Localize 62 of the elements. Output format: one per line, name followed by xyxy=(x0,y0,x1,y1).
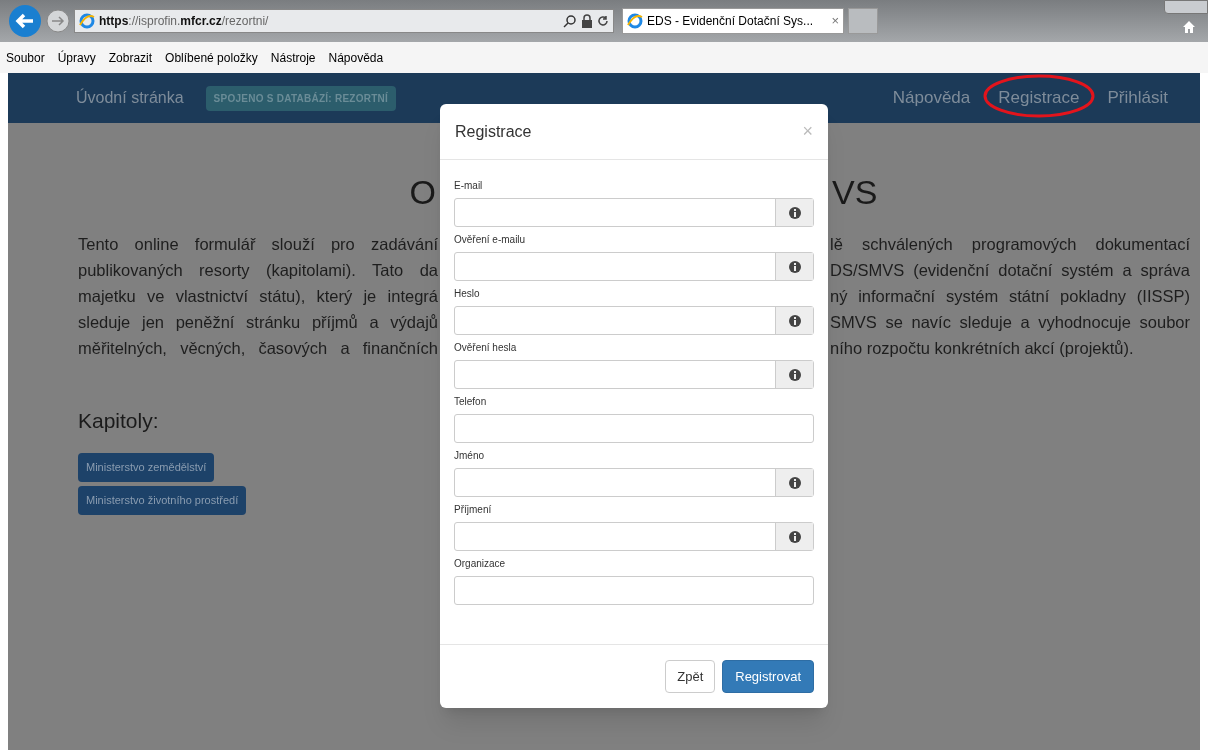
chapters-heading: Kapitoly: xyxy=(78,408,159,434)
search-icon[interactable] xyxy=(563,14,577,28)
connection-badge: SPOJENO S DATABÁZÍ: REZORTNÍ xyxy=(205,85,397,111)
paragraph-line: publikovaných resorty (kapitolami). Tato da xyxy=(78,260,439,281)
menu-item[interactable]: Oblíbené položky xyxy=(165,48,258,67)
lock-icon[interactable] xyxy=(581,14,593,28)
field-label: Příjmení xyxy=(454,503,493,517)
menu-item[interactable]: Zobrazit xyxy=(108,48,153,67)
address-bar[interactable]: https://isprofin.mfcr.cz/rezortni/ xyxy=(74,9,614,33)
tab-close-button[interactable]: × xyxy=(831,11,839,31)
input-field[interactable] xyxy=(454,306,814,335)
menu-item[interactable]: Nápověda xyxy=(328,48,384,67)
field-label: Organizace xyxy=(454,557,507,571)
register-button[interactable]: Registrovat xyxy=(722,660,814,693)
back-button[interactable] xyxy=(8,4,42,38)
url-text: https://isprofin.mfcr.cz/rezortni/ xyxy=(99,13,269,30)
chapter-button[interactable]: Ministerstvo životního prostředí xyxy=(78,485,247,515)
tab-title: EDS - Evidenční Dotační Sys... xyxy=(647,13,814,30)
info-icon xyxy=(788,476,801,489)
input-field[interactable] xyxy=(454,468,814,497)
info-icon xyxy=(788,314,801,327)
home-icon[interactable] xyxy=(1182,20,1196,34)
menu-item[interactable]: Soubor xyxy=(6,48,45,67)
menu-item[interactable]: Nástroje xyxy=(270,48,316,67)
chapter-button[interactable]: Ministerstvo zemědělství xyxy=(78,452,215,482)
info-icon xyxy=(788,206,801,219)
window-controls[interactable] xyxy=(1164,0,1208,14)
paragraph-line: majetku ve vlastnictví státu), který je integrá xyxy=(78,286,439,307)
paragraph-line: Tento online formulář slouží pro zadávání xyxy=(78,234,439,255)
field-label: Heslo xyxy=(454,287,481,301)
page-heading: O xyxy=(408,172,437,213)
paragraph-line: lě schválených programových dokumentací xyxy=(829,234,1190,255)
input-field[interactable] xyxy=(454,576,814,605)
paragraph-line: DS/SMVS (evidenční dotační systém a správa xyxy=(829,260,1190,281)
globe-e-icon xyxy=(627,13,643,29)
field-label: Jméno xyxy=(454,449,485,463)
paragraph-line: ný informační systém státní pokladny (IISSP) xyxy=(829,286,1190,307)
back-button[interactable]: Zpět xyxy=(665,660,716,693)
input-field[interactable] xyxy=(454,414,814,443)
field-label: Ověření e-mailu xyxy=(454,233,527,247)
paragraph-line: SMVS se navíc sleduje a vyhodnocuje soubor xyxy=(829,312,1190,333)
menu-item[interactable]: Úpravy xyxy=(57,48,96,67)
browser-tab[interactable]: EDS - Evidenční Dotační Sys... × xyxy=(622,8,844,34)
page-heading: VS xyxy=(831,172,879,213)
input-field[interactable] xyxy=(454,252,814,281)
field-label: Ověření hesla xyxy=(454,341,518,355)
input-field[interactable] xyxy=(454,522,814,551)
input-field[interactable] xyxy=(454,360,814,389)
refresh-icon[interactable] xyxy=(597,15,609,27)
field-label: Telefon xyxy=(454,395,488,409)
dialog-title: Registrace xyxy=(455,121,532,142)
paragraph-line: sleduje jen peněžní stránku příjmů a výdajů xyxy=(78,312,439,333)
paragraph-line: měřitelných, věcných, časových a finančních xyxy=(78,338,439,359)
info-icon xyxy=(788,368,801,381)
info-icon xyxy=(788,260,801,273)
info-icon xyxy=(788,530,801,543)
paragraph-line: ního rozpočtu konkrétních akcí (projektů). xyxy=(829,338,1135,359)
forward-button[interactable] xyxy=(46,9,70,33)
input-field[interactable] xyxy=(454,198,814,227)
field-label: E-mail xyxy=(454,179,484,193)
globe-e-icon xyxy=(79,13,95,29)
new-tab-button[interactable] xyxy=(848,8,878,34)
